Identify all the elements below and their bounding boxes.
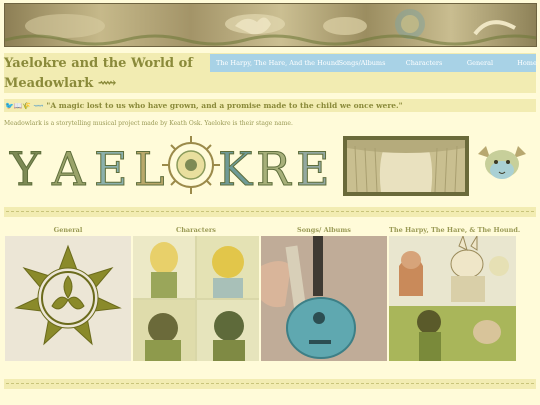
quote-bar: 🐦📖🌾 ⟿ "A magic lost to us who have grown… <box>4 99 536 112</box>
nav-item-home[interactable]: Home <box>506 59 540 67</box>
yaelokre-logo: Y A E L K R E <box>8 135 338 197</box>
section-divider-top <box>4 207 536 217</box>
logo-letter-k: K <box>218 142 254 195</box>
gallery-tile-general[interactable] <box>5 236 131 361</box>
logo-letter-a: A <box>51 142 86 195</box>
gallery-label-characters: Characters <box>176 226 216 234</box>
site-title: Yaelokre and the World of Meadowlark ⟿ <box>4 54 204 94</box>
logo-letter-r: R <box>256 142 292 195</box>
section-divider-bottom <box>4 379 536 389</box>
gallery-label-general: General <box>53 226 83 234</box>
gallery-tile-harpy-hare-hound[interactable] <box>389 236 516 361</box>
intro-text: Meadowlark is a storytelling musical pro… <box>4 120 293 127</box>
gallery-label-songs-albums: Songs/ Albums <box>297 226 351 234</box>
gallery-tile-characters[interactable] <box>133 236 259 361</box>
top-nav: The Harpy, The Hare, And the Hound Songs… <box>210 54 537 72</box>
emoji-icons: 🐦📖🌾 ⟿ <box>5 101 44 110</box>
gallery-label-harpy-hare-hound: The Harpy, The Hare, & The Hound. <box>389 226 521 234</box>
site-title-line-2: Meadowlark ⟿ <box>4 76 117 91</box>
logo-letter-l: L <box>134 142 165 195</box>
site-title-line-1: Yaelokre and the World of <box>4 56 193 71</box>
header-banner-image <box>4 3 537 47</box>
logo-letter-y: Y <box>9 142 41 195</box>
nav-item-harpy-hare-hound[interactable]: The Harpy, The Hare, And the Hound <box>210 59 339 67</box>
gallery-tile-songs-albums[interactable] <box>261 236 387 361</box>
nav-item-characters[interactable]: Characters <box>394 59 454 67</box>
nav-item-general[interactable]: General <box>454 59 506 67</box>
logo-letter-e2: E <box>296 142 330 195</box>
creature-mascot-image <box>472 140 532 188</box>
sun-emblem-icon <box>162 136 220 194</box>
logo-letter-e: E <box>94 142 128 195</box>
nav-item-songs-albums[interactable]: Songs/Albums <box>330 59 394 67</box>
curtain-stage-image <box>343 136 469 196</box>
tagline-quote: "A magic lost to us who have grown, and … <box>46 101 403 110</box>
